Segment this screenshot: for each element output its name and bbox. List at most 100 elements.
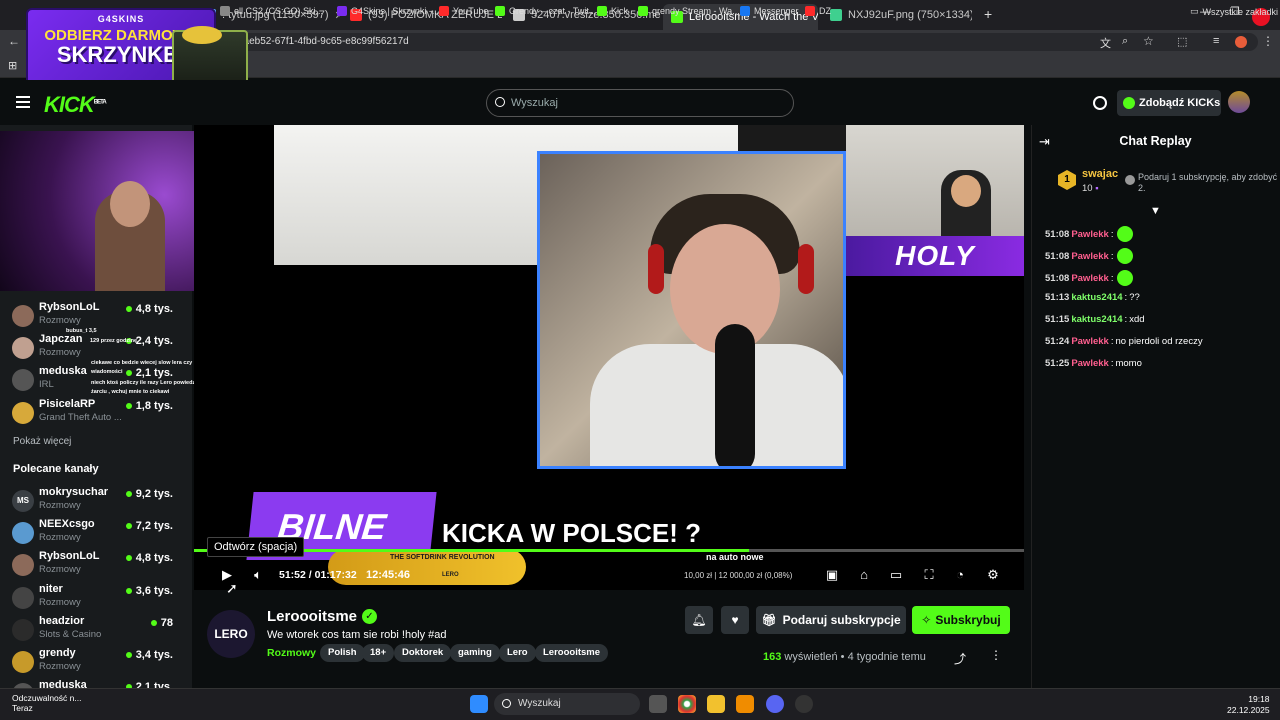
bookmark-label: Kick <box>611 6 629 16</box>
verified-icon: ✓ <box>362 609 377 624</box>
kebab-menu-icon[interactable]: ⋮ <box>1262 34 1274 48</box>
streamer-avatar[interactable]: LERO <box>207 610 255 658</box>
all-bookmarks-link[interactable]: ▭ Wszystkie zakładki <box>1190 6 1278 17</box>
viewer-count: 3,6 tys. <box>135 585 173 597</box>
message-user[interactable]: kaktus2414 <box>1071 314 1122 325</box>
bookmark-item[interactable]: DZ <box>805 6 831 16</box>
kick-coin-icon <box>1123 97 1135 109</box>
new-tab-button[interactable]: + <box>984 6 992 22</box>
sidebar-channel[interactable]: niter Rozmowy 3,6 tys. <box>12 583 187 615</box>
kick-logo[interactable]: KICKBETA <box>44 92 107 118</box>
gift-sub-button[interactable]: 🎁︎ Podaruj subskrypcje <box>756 606 906 634</box>
share-icon[interactable]: ⤴ <box>954 650 966 667</box>
chrome-icon[interactable] <box>678 695 696 713</box>
clock-date: 22.12.2025 <box>1227 705 1270 716</box>
stream-tag[interactable]: Lero <box>499 644 536 662</box>
bookmark-favicon-icon <box>740 6 750 16</box>
channel-viewers: 4,8 tys. <box>126 303 173 315</box>
message-colon: : <box>1110 358 1114 369</box>
task-view-icon[interactable] <box>649 695 667 713</box>
message-colon: : <box>1110 228 1114 240</box>
bookmark-item[interactable]: ell CS2 (CS:GO) Ski... <box>220 6 323 16</box>
message-user[interactable]: Pawlekk <box>1071 336 1109 347</box>
miniplayer-icon[interactable]: ▣ <box>824 567 840 583</box>
message-user[interactable]: Pawlekk <box>1071 251 1109 262</box>
back-arrow-icon[interactable]: ← <box>8 34 20 48</box>
volume-icon[interactable]: 🔈︎ <box>250 567 266 583</box>
file-explorer-icon[interactable] <box>707 695 725 713</box>
overlay-chat-line: niech ktoś policzy ile razy Lero powiedz… <box>91 380 207 386</box>
settings-gear-icon[interactable]: ⚙ <box>985 567 1001 583</box>
notification-bell-icon[interactable]: 🔔︎ <box>685 606 713 634</box>
sidebar-channel[interactable]: grendy Rozmowy 3,4 tys. <box>12 647 187 679</box>
subscribe-button[interactable]: ✧ Subskrybuj <box>912 606 1010 634</box>
taskbar-search[interactable]: Wyszukaj <box>494 693 640 715</box>
ad-brand: G4SKINS <box>97 14 145 24</box>
collapse-chat-icon[interactable]: ⇥ <box>1039 134 1050 150</box>
notification-widget[interactable]: Odczuwalność n... Teraz <box>12 693 81 713</box>
stream-tag[interactable]: Doktorek <box>394 644 452 662</box>
stream-tag[interactable]: Polish <box>320 644 365 662</box>
translate-icon[interactable]: 文 <box>1100 35 1111 51</box>
message-time: 51:13 <box>1045 292 1070 303</box>
bookmark-label: Messenger <box>754 6 799 16</box>
channel-category: Rozmowy <box>39 661 81 672</box>
sidebar-channel[interactable]: NEEXcsgo Rozmowy 7,2 tys. <box>12 518 187 550</box>
stream-tag[interactable]: gaming <box>450 644 500 662</box>
fullscreen-icon[interactable]: ⛶ <box>921 567 937 583</box>
sidebar-channel[interactable]: headzior Slots & Casino 78 <box>12 615 187 647</box>
more-options-icon[interactable]: ⋮ <box>990 648 1002 662</box>
extensions-icon[interactable]: ⬚ <box>1177 35 1187 48</box>
clip-icon[interactable]: ⌂ <box>856 567 872 583</box>
speed-icon[interactable]: ◔ <box>952 567 968 583</box>
expand-down-icon[interactable]: ▼ <box>1150 205 1161 217</box>
stream-tag[interactable]: 18+ <box>362 644 395 662</box>
streamer-name[interactable]: Leroooitsme <box>267 608 357 625</box>
bookmark-item[interactable]: grendy Stream - Wa... <box>638 6 740 16</box>
message-colon: : <box>1110 336 1114 347</box>
follow-heart-icon[interactable]: ♥ <box>721 606 749 634</box>
message-user[interactable]: Pawlekk <box>1071 358 1109 369</box>
stream-tag[interactable]: Leroooitsme <box>535 644 609 662</box>
stream-category[interactable]: Rozmowy <box>267 647 316 659</box>
user-avatar[interactable] <box>1228 91 1250 113</box>
system-clock: 19:18 22.12.2025 <box>1227 694 1270 716</box>
bookmark-item[interactable]: G4Skins | Skrzynki -... <box>337 6 439 16</box>
taskbar-search-icon <box>502 699 511 708</box>
message-time: 51:08 <box>1045 228 1070 240</box>
sidebar-channel[interactable]: MS mokrysuchar Rozmowy 9,2 tys. <box>12 486 187 518</box>
menu-lines-icon[interactable]: ≡ <box>1213 35 1219 47</box>
zoom-icon[interactable]: ⌕ <box>1122 35 1128 48</box>
logo-text: KICK <box>44 92 95 117</box>
bookmark-item[interactable]: Messenger <box>740 6 799 16</box>
get-kicks-button[interactable]: Zdobądź KICKs <box>1117 90 1221 116</box>
message-user[interactable]: kaktus2414 <box>1071 292 1122 303</box>
app-icon[interactable] <box>795 695 813 713</box>
bookmark-item[interactable]: Grendy – czat - Twit... <box>495 6 596 16</box>
bookmark-star-icon[interactable]: ☆ <box>1143 34 1154 48</box>
message-user[interactable]: Pawlekk <box>1071 229 1109 240</box>
search-input[interactable]: Wyszukaj <box>486 89 794 117</box>
bookmark-item[interactable]: Kick <box>597 6 628 16</box>
bookmark-item[interactable]: YouTube <box>439 6 488 16</box>
sidebar-channel[interactable]: RybsonLoL Rozmowy 4,8 tys. <box>12 301 187 333</box>
leaderboard-user[interactable]: swajac <box>1082 168 1118 180</box>
account-avatar[interactable] <box>1235 36 1247 48</box>
message-user[interactable]: Pawlekk <box>1071 273 1109 284</box>
windows-start-icon[interactable] <box>470 695 488 713</box>
channel-name: RybsonLoL <box>39 301 100 313</box>
hamburger-menu-icon[interactable] <box>16 96 30 108</box>
show-more-link[interactable]: Pokaż więcej <box>13 436 71 447</box>
sidebar-channel[interactable]: PisicelaRP Grand Theft Auto ... 1,8 tys. <box>12 398 187 430</box>
channel-category: IRL <box>39 379 54 390</box>
message-time: 51:15 <box>1045 314 1070 325</box>
vlc-icon[interactable] <box>736 695 754 713</box>
browser-tab[interactable]: NXJ92uF.png (750×1334)✕ <box>822 4 972 26</box>
bookmark-label: DZ <box>819 6 831 16</box>
main-webcam <box>537 151 846 469</box>
clips-icon[interactable] <box>1093 96 1107 110</box>
theater-mode-icon[interactable]: ▭ <box>888 567 904 583</box>
sidebar-channel[interactable]: RybsonLoL Rozmowy 4,8 tys. <box>12 550 187 582</box>
discord-icon[interactable] <box>766 695 784 713</box>
apps-grid-icon[interactable]: ⊞ <box>8 59 17 72</box>
